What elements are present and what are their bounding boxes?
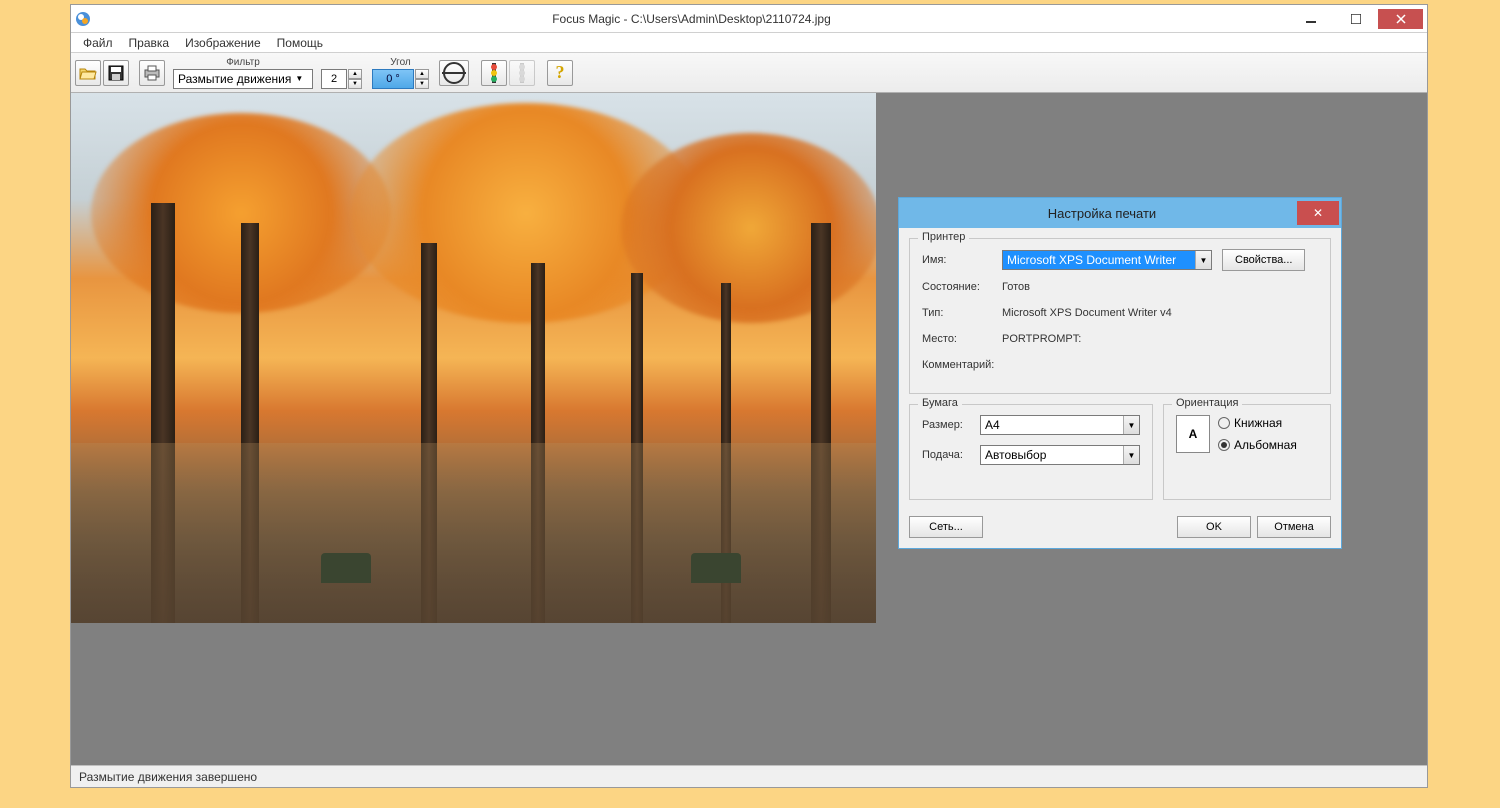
status-text: Размытие движения завершено bbox=[79, 770, 257, 784]
amount-down-button[interactable]: ▼ bbox=[348, 79, 362, 89]
paper-source-select[interactable]: Автовыбор ▼ bbox=[980, 445, 1140, 465]
angle-display[interactable]: 0 ° bbox=[372, 69, 414, 89]
printer-status-label: Состояние: bbox=[922, 281, 1002, 293]
orientation-landscape-label: Альбомная bbox=[1234, 438, 1297, 452]
paper-size-select[interactable]: A4 ▼ bbox=[980, 415, 1140, 435]
filter-group: Фильтр Размытие движения ▼ bbox=[173, 57, 313, 89]
chevron-down-icon: ▼ bbox=[295, 74, 303, 83]
amount-input[interactable] bbox=[321, 69, 347, 89]
cancel-button[interactable]: Отмена bbox=[1257, 516, 1331, 538]
dialog-title: Настройка печати bbox=[907, 206, 1297, 221]
menubar: Файл Правка Изображение Помощь bbox=[71, 33, 1427, 53]
chevron-down-icon: ▼ bbox=[1123, 416, 1139, 434]
orientation-portrait-radio[interactable]: Книжная bbox=[1218, 416, 1297, 430]
toolbar: Фильтр Размытие движения ▼ ▲ ▼ Угол 0 ° … bbox=[71, 53, 1427, 93]
radio-icon bbox=[1218, 439, 1230, 451]
dialog-titlebar[interactable]: Настройка печати ✕ bbox=[899, 198, 1341, 228]
printer-name-select[interactable]: Microsoft XPS Document Writer ▼ bbox=[1002, 250, 1212, 270]
printer-status-value: Готов bbox=[1002, 281, 1030, 293]
process-disabled-button bbox=[509, 60, 535, 86]
print-button[interactable] bbox=[139, 60, 165, 86]
minimize-button[interactable] bbox=[1288, 9, 1333, 29]
save-button[interactable] bbox=[103, 60, 129, 86]
print-setup-dialog: Настройка печати ✕ Принтер Имя: Microsof… bbox=[898, 197, 1342, 549]
orientation-icon: A bbox=[1176, 415, 1210, 453]
paper-size-value: A4 bbox=[981, 418, 1123, 432]
menu-image[interactable]: Изображение bbox=[177, 34, 269, 52]
image-preview[interactable] bbox=[71, 93, 876, 623]
network-button[interactable]: Сеть... bbox=[909, 516, 983, 538]
angle-dial-button[interactable] bbox=[439, 60, 469, 86]
help-icon: ? bbox=[556, 62, 565, 83]
statusbar: Размытие движения завершено bbox=[71, 765, 1427, 787]
maximize-button[interactable] bbox=[1333, 9, 1378, 29]
window-title: Focus Magic - C:\Users\Admin\Desktop\211… bbox=[95, 12, 1288, 26]
radio-icon bbox=[1218, 417, 1230, 429]
process-button[interactable] bbox=[481, 60, 507, 86]
printer-name-value: Microsoft XPS Document Writer bbox=[1003, 251, 1195, 269]
printer-name-label: Имя: bbox=[922, 254, 1002, 266]
chevron-down-icon: ▼ bbox=[1195, 251, 1211, 269]
printer-location-value: PORTPROMPT: bbox=[1002, 333, 1081, 345]
paper-source-label: Подача: bbox=[922, 449, 980, 461]
printer-comment-label: Комментарий: bbox=[922, 359, 1002, 371]
angle-down-button[interactable]: ▼ bbox=[415, 79, 429, 89]
paper-legend: Бумага bbox=[918, 397, 962, 409]
menu-help[interactable]: Помощь bbox=[269, 34, 331, 52]
angle-label: Угол bbox=[390, 57, 411, 68]
printer-location-label: Место: bbox=[922, 333, 1002, 345]
chevron-down-icon: ▼ bbox=[1123, 446, 1139, 464]
close-icon: ✕ bbox=[1313, 206, 1323, 220]
printer-type-label: Тип: bbox=[922, 307, 1002, 319]
open-button[interactable] bbox=[75, 60, 101, 86]
dialog-close-button[interactable]: ✕ bbox=[1297, 201, 1339, 225]
ok-button[interactable]: OK bbox=[1177, 516, 1251, 538]
paper-source-value: Автовыбор bbox=[981, 448, 1123, 462]
printer-type-value: Microsoft XPS Document Writer v4 bbox=[1002, 307, 1172, 319]
orientation-fieldset: Ориентация A Книжная Альб bbox=[1163, 404, 1331, 500]
filter-dropdown[interactable]: Размытие движения ▼ bbox=[173, 69, 313, 89]
properties-button[interactable]: Свойства... bbox=[1222, 249, 1305, 271]
printer-fieldset: Принтер Имя: Microsoft XPS Document Writ… bbox=[909, 238, 1331, 394]
help-button[interactable]: ? bbox=[547, 60, 573, 86]
printer-legend: Принтер bbox=[918, 231, 969, 243]
angle-up-button[interactable]: ▲ bbox=[415, 69, 429, 79]
amount-up-button[interactable]: ▲ bbox=[348, 69, 362, 79]
orientation-portrait-label: Книжная bbox=[1234, 416, 1282, 430]
filter-value: Размытие движения bbox=[178, 72, 291, 86]
close-button[interactable] bbox=[1378, 9, 1423, 29]
menu-file[interactable]: Файл bbox=[75, 34, 121, 52]
orientation-legend: Ориентация bbox=[1172, 397, 1242, 409]
paper-fieldset: Бумага Размер: A4 ▼ Подача: Автовыбор ▼ bbox=[909, 404, 1153, 500]
angle-group: Угол 0 ° ▲ ▼ bbox=[372, 57, 429, 89]
orientation-landscape-radio[interactable]: Альбомная bbox=[1218, 438, 1297, 452]
paper-size-label: Размер: bbox=[922, 419, 980, 431]
filter-label: Фильтр bbox=[226, 57, 260, 68]
app-icon bbox=[75, 11, 91, 27]
menu-edit[interactable]: Правка bbox=[121, 34, 178, 52]
titlebar: Focus Magic - C:\Users\Admin\Desktop\211… bbox=[71, 5, 1427, 33]
